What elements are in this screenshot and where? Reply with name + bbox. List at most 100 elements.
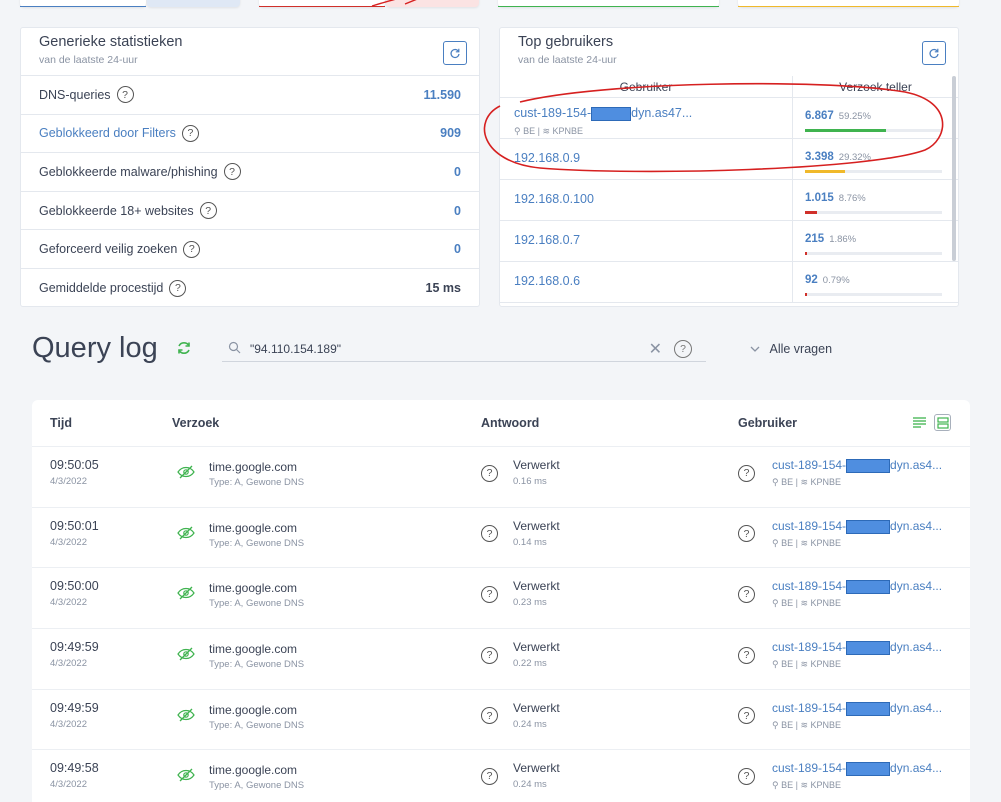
help-icon[interactable]: ? [738, 645, 755, 664]
log-domain[interactable]: time.google.com [209, 460, 297, 474]
help-icon[interactable]: ? [181, 124, 199, 142]
stat-label[interactable]: Geblokkeerd door Filters ? [39, 124, 440, 142]
user-link[interactable]: cust-189-154- dyn.as47... [514, 106, 792, 121]
table-row[interactable]: 09:50:05 4/3/2022 time.google.com Type: … [32, 446, 970, 507]
user-link[interactable]: 192.168.0.7 [514, 233, 792, 247]
user-link[interactable]: 192.168.0.6 [514, 274, 792, 288]
generic-stats-card: Generieke statistieken van de laatste 24… [20, 27, 480, 307]
help-icon[interactable]: ? [738, 463, 755, 482]
log-date: 4/3/2022 [50, 476, 87, 487]
column-header-count[interactable]: Verzoek teller [793, 76, 958, 97]
request-bar [805, 129, 942, 132]
log-date: 4/3/2022 [50, 597, 87, 609]
help-icon[interactable]: ? [223, 163, 241, 181]
network-name: KPNBE [810, 719, 842, 730]
wifi-icon: ≋ [800, 598, 809, 609]
compact-view-icon[interactable] [911, 414, 928, 431]
eye-off-icon [177, 646, 195, 666]
help-icon[interactable]: ? [738, 584, 755, 603]
user-name-suffix: dyn.as4... [890, 640, 943, 655]
table-row[interactable]: 09:50:00 4/3/2022 time.google.com Type: … [32, 567, 970, 628]
user-name: 192.168.0.100 [514, 192, 594, 206]
stat-value: 0 [454, 203, 461, 218]
column-header-user[interactable]: Gebruiker [500, 76, 793, 97]
card-subtitle: van de laatste 24-uur [518, 54, 617, 66]
help-icon[interactable]: ? [116, 86, 134, 104]
wifi-icon: ≋ [800, 537, 809, 548]
redaction-box [846, 640, 891, 655]
clear-search-icon[interactable]: ✕ [649, 339, 662, 359]
help-icon[interactable]: ? [481, 524, 498, 543]
log-response-time: 0.14 ms [513, 536, 547, 548]
table-row[interactable]: 09:49:59 4/3/2022 time.google.com Type: … [32, 628, 970, 689]
top-users-list: cust-189-154- dyn.as47... ⚲ BE | ≋ KPNBE … [500, 98, 958, 303]
log-type: Type: A, Gewone DNS [209, 719, 305, 731]
log-domain[interactable]: time.google.com [209, 763, 297, 777]
refresh-log-button[interactable] [176, 340, 192, 361]
redaction-box [846, 458, 891, 473]
log-user-link[interactable]: cust-189-154- dyn.as4... [772, 701, 942, 716]
refresh-icon [178, 342, 190, 354]
help-icon[interactable]: ? [199, 202, 217, 220]
help-icon[interactable]: ? [481, 645, 498, 664]
help-icon[interactable]: ? [169, 279, 187, 297]
eye-off-icon [177, 464, 195, 484]
column-header-user: Gebruiker [738, 416, 798, 430]
help-icon[interactable]: ? [481, 584, 498, 603]
network-name: KPNBE [810, 598, 842, 609]
table-row[interactable]: 09:49:59 4/3/2022 time.google.com Type: … [32, 688, 970, 750]
stat-card-strip-4 [386, 0, 479, 7]
user-name-prefix: cust-189-154- [514, 106, 592, 120]
user-link[interactable]: 192.168.0.100 [514, 192, 792, 206]
user-name-suffix: dyn.as4... [890, 700, 943, 715]
user-name-suffix: dyn.as4... [890, 518, 943, 533]
request-bar [805, 293, 942, 296]
help-icon[interactable]: ? [183, 240, 201, 258]
country-code: BE [523, 125, 536, 136]
top-user-row: 192.168.0.7 215 1.86% [500, 221, 958, 262]
table-row[interactable]: 09:50:01 4/3/2022 time.google.com Type: … [32, 506, 970, 568]
user-meta: ⚲ BE | ≋ KPNBE [514, 125, 584, 136]
eye-off-icon [177, 707, 195, 727]
help-icon[interactable]: ? [674, 339, 692, 358]
user-meta: ⚲ BE | ≋ KPNBE [772, 598, 842, 609]
log-domain[interactable]: time.google.com [209, 581, 297, 595]
scrollbar[interactable] [952, 76, 956, 261]
help-icon[interactable]: ? [481, 706, 498, 725]
stat-label: DNS-queries ? [39, 86, 423, 104]
query-filter-dropdown[interactable]: Alle vragen [750, 342, 832, 356]
stat-card-strip-3 [259, 0, 385, 7]
country-code: BE [781, 598, 794, 609]
stat-row[interactable]: Geblokkeerd door Filters ? 909 [21, 115, 479, 154]
refresh-button[interactable] [443, 41, 467, 65]
request-bar [805, 211, 942, 214]
default-view-icon[interactable] [934, 414, 951, 431]
stat-card-strip-2 [147, 0, 240, 7]
user-link[interactable]: 192.168.0.9 [514, 151, 792, 165]
log-domain[interactable]: time.google.com [209, 642, 297, 656]
search-bar[interactable]: "94.110.154.189" ✕ ? [222, 336, 706, 362]
help-icon[interactable]: ? [481, 766, 498, 785]
help-icon[interactable]: ? [481, 463, 498, 482]
log-user-link[interactable]: cust-189-154- dyn.as4... [772, 640, 942, 655]
log-user-link[interactable]: cust-189-154- dyn.as4... [772, 458, 942, 473]
search-input[interactable]: "94.110.154.189" [250, 342, 649, 356]
log-domain[interactable]: time.google.com [209, 703, 297, 717]
log-user-link[interactable]: cust-189-154- dyn.as4... [772, 761, 942, 777]
log-domain[interactable]: time.google.com [209, 521, 297, 535]
help-icon[interactable]: ? [738, 524, 755, 543]
top-user-row: 192.168.0.9 3.398 29.32% [500, 139, 958, 180]
request-count: 3.398 [805, 151, 834, 163]
help-icon[interactable]: ? [738, 706, 755, 725]
network-name: KPNBE [810, 780, 842, 791]
log-user-link[interactable]: cust-189-154- dyn.as4... [772, 579, 942, 595]
table-row[interactable]: 09:49:58 4/3/2022 time.google.com Type: … [32, 749, 970, 802]
refresh-button[interactable] [922, 41, 946, 65]
log-user-link[interactable]: cust-189-154- dyn.as4... [772, 519, 942, 534]
location-icon: ⚲ [772, 477, 779, 487]
help-icon[interactable]: ? [738, 766, 755, 785]
table-body: 09:50:05 4/3/2022 time.google.com Type: … [32, 446, 970, 802]
page-title: Query log [32, 332, 158, 364]
log-date: 4/3/2022 [50, 536, 87, 548]
user-meta: ⚲ BE | ≋ KPNBE [772, 719, 842, 730]
